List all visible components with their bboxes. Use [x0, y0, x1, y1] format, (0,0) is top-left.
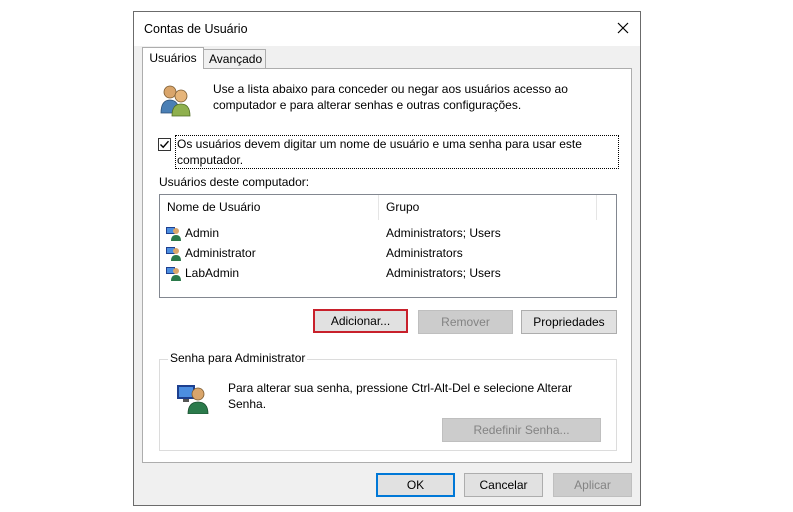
admin-user-icon: [177, 382, 211, 417]
column-header-username[interactable]: Nome de Usuário: [160, 195, 379, 220]
table-row[interactable]: LabAdmin Administrators; Users: [160, 263, 616, 283]
users-list-label: Usuários deste computador:: [159, 175, 310, 189]
title-bar: Contas de Usuário: [134, 12, 640, 46]
intro-text: Use a lista abaixo para conceder ou nega…: [213, 82, 568, 112]
admin-password-group: Senha para Administrator Para alterar su…: [159, 351, 617, 451]
row-username: Administrator: [185, 246, 256, 260]
tab-avancado[interactable]: Avançado: [203, 49, 266, 69]
row-username: Admin: [185, 226, 220, 240]
admin-password-text: Para alterar sua senha, pressione Ctrl-A…: [228, 381, 573, 411]
users-listview[interactable]: Nome de Usuário Grupo Admin Administrato…: [159, 194, 617, 298]
row-group: Administrators; Users: [386, 226, 501, 240]
users-tab-panel: Use a lista abaixo para conceder ou nega…: [142, 68, 632, 463]
reset-password-button[interactable]: Redefinir Senha...: [442, 418, 601, 442]
add-user-button[interactable]: Adicionar...: [313, 309, 408, 333]
remove-user-button[interactable]: Remover: [418, 310, 513, 334]
window-title: Contas de Usuário: [144, 22, 248, 36]
cancel-button[interactable]: Cancelar: [464, 473, 543, 497]
column-header-group[interactable]: Grupo: [379, 195, 597, 220]
checkmark-icon: [160, 140, 170, 149]
require-login-checkbox[interactable]: [158, 138, 171, 151]
properties-button[interactable]: Propriedades: [521, 310, 617, 334]
row-username: LabAdmin: [185, 266, 240, 280]
table-row[interactable]: Administrator Administrators: [160, 243, 616, 263]
close-button[interactable]: [606, 12, 640, 44]
row-group: Administrators: [386, 246, 463, 260]
close-icon: [617, 22, 629, 34]
listview-header: Nome de Usuário Grupo: [160, 195, 616, 220]
user-accounts-dialog: Contas de Usuário Usuários Avançado Use …: [133, 11, 641, 506]
users-group-icon: [158, 83, 194, 120]
require-login-label[interactable]: Os usuários devem digitar um nome de usu…: [175, 135, 619, 169]
user-icon: [166, 265, 182, 287]
admin-password-group-title: Senha para Administrator: [168, 351, 308, 365]
tab-usuarios[interactable]: Usuários: [142, 47, 204, 69]
table-row[interactable]: Admin Administrators; Users: [160, 223, 616, 243]
row-group: Administrators; Users: [386, 266, 501, 280]
apply-button[interactable]: Aplicar: [553, 473, 632, 497]
ok-button[interactable]: OK: [376, 473, 455, 497]
